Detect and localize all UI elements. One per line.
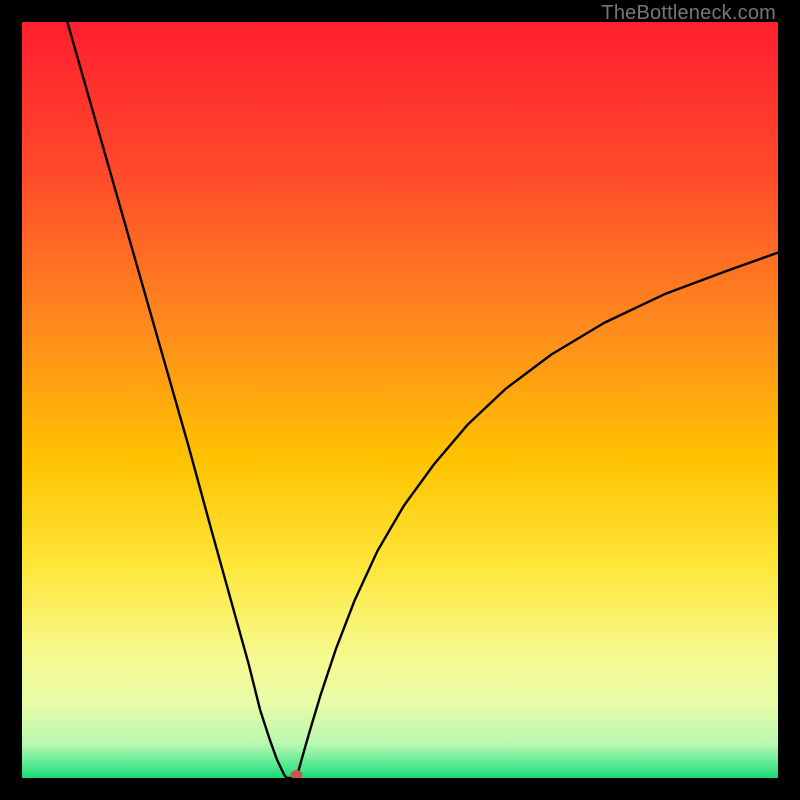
bottleneck-chart	[22, 22, 778, 778]
watermark-text: TheBottleneck.com	[601, 2, 776, 25]
chart-frame	[22, 22, 778, 778]
gradient-background	[22, 22, 778, 778]
